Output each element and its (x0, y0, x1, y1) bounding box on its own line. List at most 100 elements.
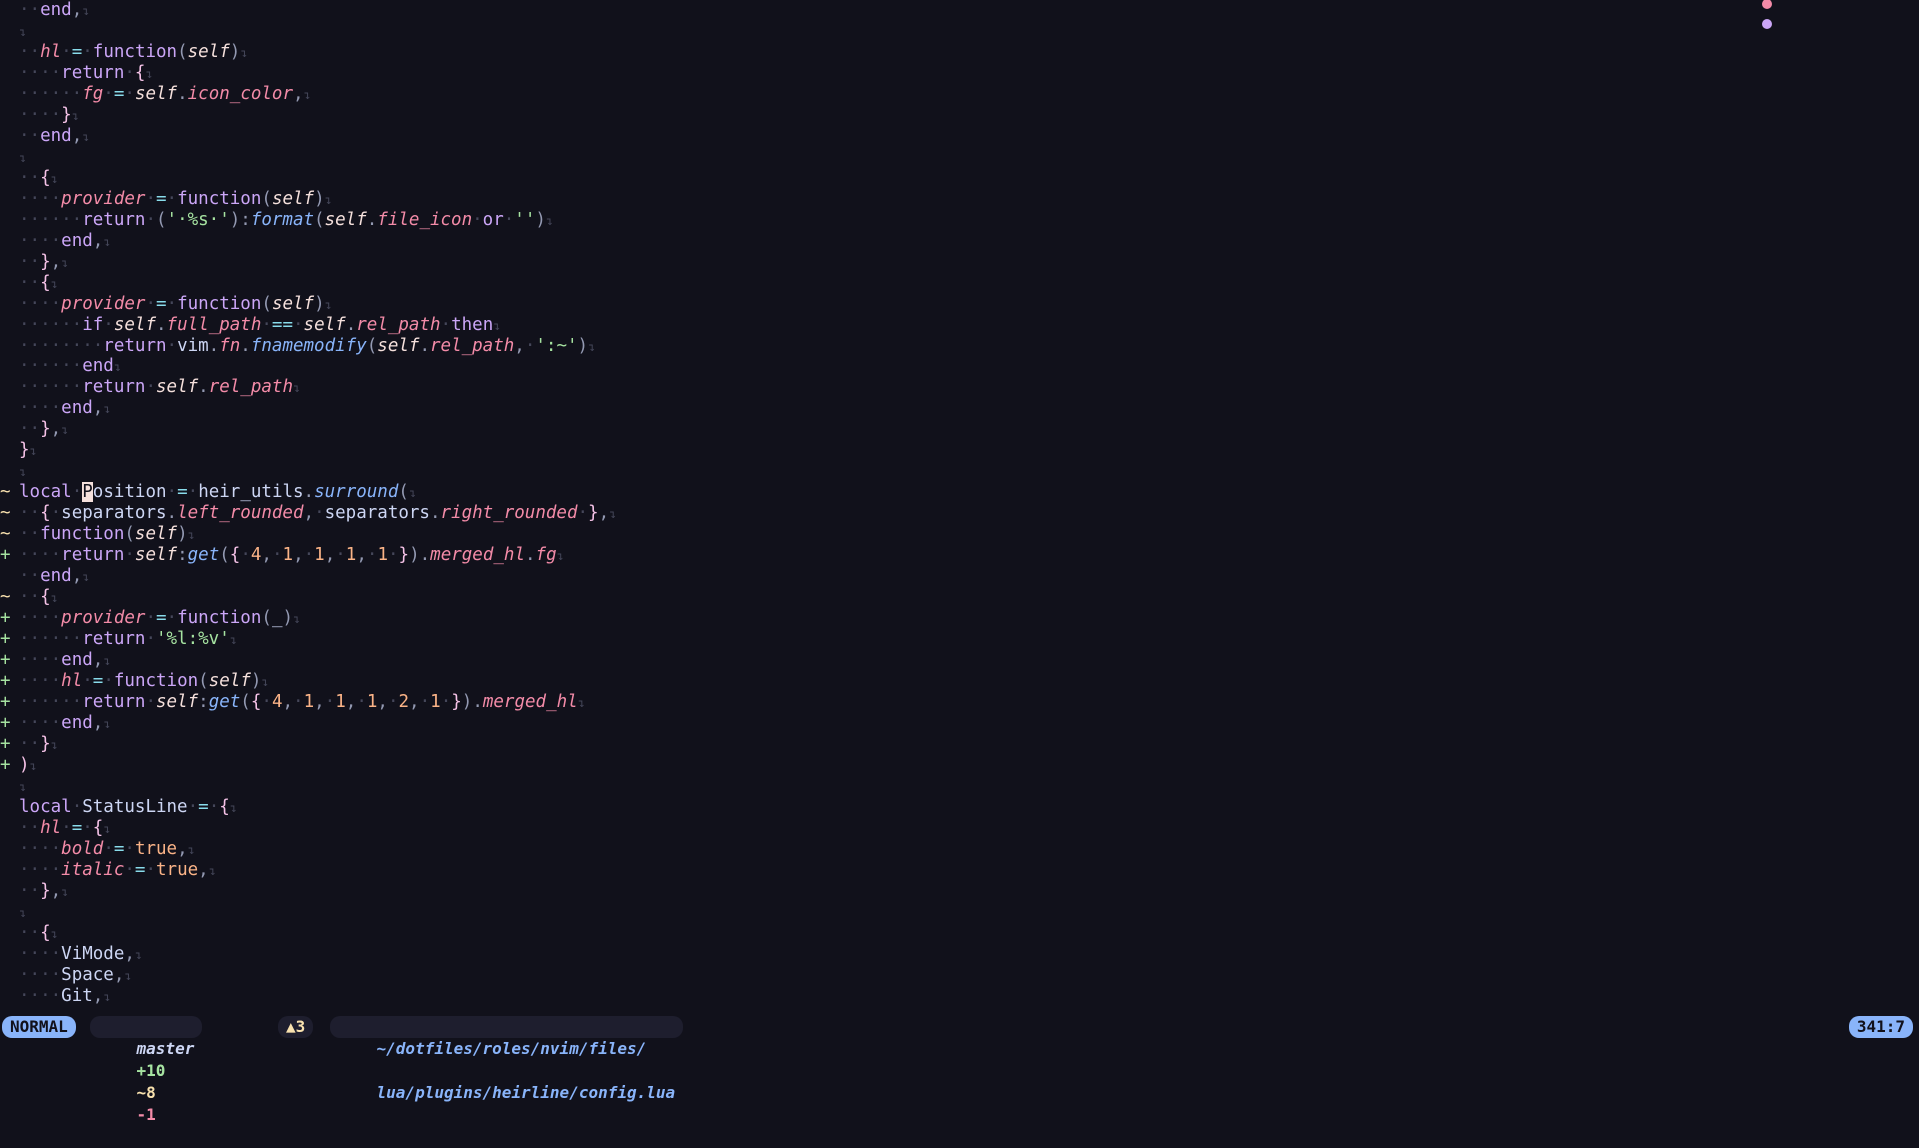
token: = (92, 671, 104, 691)
minimize-dot-icon[interactable] (1762, 19, 1772, 29)
token: separators (324, 503, 430, 524)
code-line[interactable]: ··hl·=·{↴ (0, 818, 1919, 839)
code-line[interactable]: ··},↴ (0, 419, 1919, 440)
token: get (187, 545, 220, 566)
code-line[interactable]: ····}↴ (0, 105, 1919, 126)
code-line[interactable]: ······fg·=·self.icon_color,↴ (0, 84, 1919, 105)
token: provider (61, 608, 146, 629)
code-line[interactable]: + ··}↴ (0, 734, 1919, 755)
token: ········ (19, 335, 104, 356)
token: ( (240, 691, 251, 712)
git-status[interactable]: master +10 ~8 -1 (90, 1016, 203, 1124)
code-line[interactable]: ··hl·=·function(self)↴ (0, 42, 1919, 63)
code-line[interactable]: ↴ (0, 147, 1919, 168)
line-content: ↴ (19, 21, 26, 43)
code-line[interactable]: ········return·vim.fn.fnamemodify(self.r… (0, 336, 1919, 357)
code-line[interactable]: ··{↴ (0, 923, 1919, 944)
eol-marker: ↴ (50, 926, 58, 941)
line-content: ↴ (19, 147, 26, 169)
token: self (377, 335, 420, 356)
code-line[interactable]: ··},↴ (0, 252, 1919, 273)
code-line[interactable]: ··{↴ (0, 273, 1919, 294)
token: 1 (335, 691, 346, 712)
token: return (61, 545, 125, 566)
code-line[interactable]: ~ ··{↴ (0, 587, 1919, 608)
code-line[interactable]: ······if·self.full_path·==·self.rel_path… (0, 315, 1919, 336)
token: hl (61, 671, 83, 691)
token: } (40, 880, 51, 901)
code-line[interactable]: ····ViMode,↴ (0, 944, 1919, 965)
git-sign: + (0, 733, 11, 754)
code-line[interactable]: + ······return·self:get({·4,·1,·1,·1,·2,·… (0, 692, 1919, 713)
line-content: ······fg·=·self.icon_color,↴ (19, 84, 311, 106)
token: } (19, 440, 30, 461)
code-line[interactable]: ····provider·=·function(self)↴ (0, 294, 1919, 315)
code-line[interactable]: local·StatusLine·=·{↴ (0, 797, 1919, 818)
git-sign: + (0, 650, 11, 671)
code-line[interactable]: + ····hl·=·function(self)↴ (0, 671, 1919, 692)
code-line[interactable]: ↴ (0, 902, 1919, 923)
token: or (482, 209, 504, 230)
code-line[interactable]: + ····return·self:get({·4,·1,·1,·1,·1·}).… (0, 545, 1919, 566)
code-line[interactable]: ~ local·Position·=·heir_utils.surround(↴ (0, 482, 1919, 503)
code-editor[interactable]: ··end,↴ ↴ ··hl·=·function(self)↴ ····return… (0, 0, 1919, 1016)
code-line[interactable]: ··},↴ (0, 881, 1919, 902)
token: P (82, 482, 93, 503)
git-sign: + (0, 545, 11, 566)
token: 1 (430, 691, 441, 712)
code-line[interactable]: ····Git,↴ (0, 986, 1919, 1007)
code-line[interactable]: ↴ (0, 776, 1919, 797)
token: ·· (19, 733, 41, 754)
code-line[interactable]: ··end,↴ (0, 566, 1919, 587)
code-line[interactable]: +)↴ (0, 755, 1919, 776)
token: ···· (19, 545, 62, 566)
line-content: ······return·self:get({·4,·1,·1,·1,·2,·1… (19, 692, 585, 714)
token: ·· (19, 880, 41, 901)
line-content: }↴ (19, 440, 37, 462)
line-content: ··{·separators.left_rounded,·separators.… (19, 503, 616, 525)
line-content: ····bold·=·true,↴ (19, 839, 195, 861)
token: hl (40, 41, 62, 62)
token: end (61, 230, 93, 251)
code-line[interactable]: + ····provider·=·function(_)↴ (0, 608, 1919, 629)
token: } (40, 733, 51, 754)
code-line[interactable]: ····italic·=·true,↴ (0, 860, 1919, 881)
line-content: ····provider·=·function(_)↴ (19, 608, 300, 630)
code-line[interactable]: ······return·('·%s·'):format(self.file_i… (0, 210, 1919, 231)
code-line[interactable]: ··{↴ (0, 168, 1919, 189)
token: , (71, 125, 83, 146)
code-line[interactable]: ··end,↴ (0, 126, 1919, 147)
diagnostics-warnings[interactable]: ▲3 (278, 1016, 314, 1038)
code-line[interactable]: ····end,↴ (0, 231, 1919, 252)
token: ) (577, 335, 589, 356)
code-line[interactable]: ↴ (0, 461, 1919, 482)
code-line[interactable]: ~ ··function(self)↴ (0, 524, 1919, 545)
file-path[interactable]: ~/dotfiles/roles/nvim/files/ lua/plugins… (330, 1016, 684, 1102)
token: , (92, 398, 104, 419)
code-line[interactable]: ····return·{↴ (0, 63, 1919, 84)
eol-marker: ↴ (29, 444, 37, 459)
code-line[interactable]: ······return·self.rel_path↴ (0, 377, 1919, 398)
eol-marker: ↴ (408, 486, 417, 501)
token: · (124, 859, 135, 880)
line-content: ··{↴ (19, 168, 58, 190)
code-line[interactable]: ····provider·=·function(self)↴ (0, 189, 1919, 210)
token: · (50, 503, 62, 524)
code-line[interactable]: ··end,↴ (0, 0, 1919, 21)
code-line[interactable]: ····bold·=·true,↴ (0, 839, 1919, 860)
code-line[interactable]: ····Space,↴ (0, 965, 1919, 986)
token: · (472, 209, 483, 230)
token: ) (282, 608, 294, 629)
code-line[interactable]: ······end↴ (0, 356, 1919, 377)
line-content: ··end,↴ (19, 0, 89, 22)
code-line[interactable]: ····end,↴ (0, 398, 1919, 419)
code-line[interactable]: ↴ (0, 21, 1919, 42)
token: · (261, 314, 272, 335)
code-line[interactable]: + ····end,↴ (0, 650, 1919, 671)
code-line[interactable]: ~ ··{·separators.left_rounded,·separators… (0, 503, 1919, 524)
code-line[interactable]: + ······return·'%l:%v'↴ (0, 629, 1919, 650)
line-content: ····ViMode,↴ (19, 944, 142, 966)
code-line[interactable]: + ····end,↴ (0, 713, 1919, 734)
code-line[interactable]: }↴ (0, 440, 1919, 461)
token: · (82, 817, 93, 838)
